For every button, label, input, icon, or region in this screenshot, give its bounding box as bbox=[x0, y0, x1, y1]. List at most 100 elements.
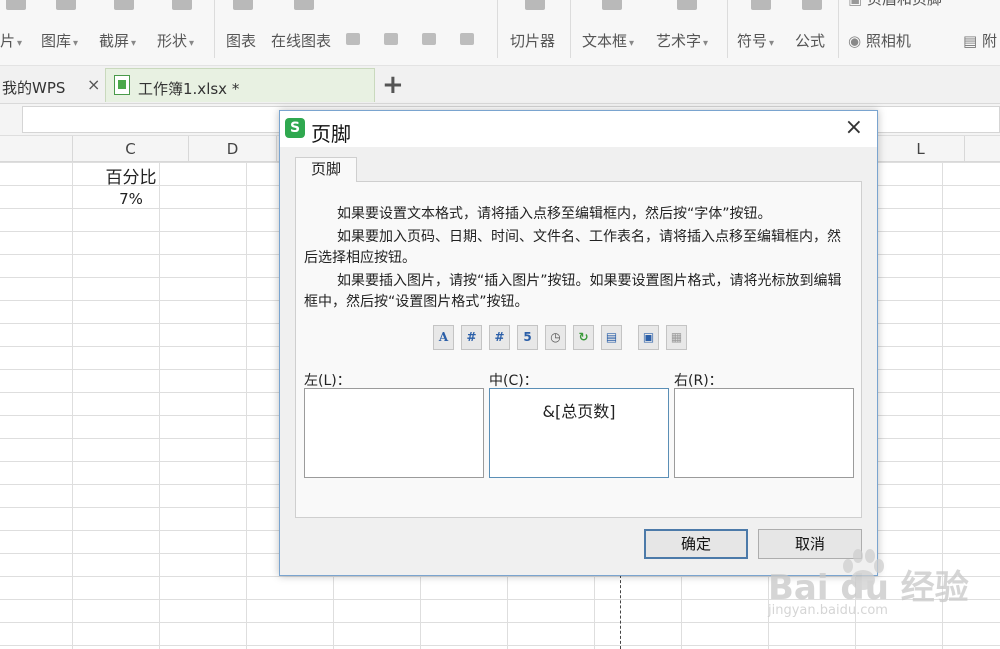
chevron-down-icon: ▾ bbox=[629, 38, 635, 49]
ribbon: 片 ▾ 图库 ▾ 截屏 ▾ 形状 ▾ 图表 在线图表 切片器 文本框 ▾ 艺术字 ▾ 符号 ▾ bbox=[0, 0, 1000, 66]
ribbon-textbox-button[interactable]: 文本框 ▾ bbox=[582, 0, 642, 66]
format-picture-icon: ▦ bbox=[666, 325, 687, 350]
formula-icon bbox=[802, 0, 822, 10]
spreadsheet-file-icon bbox=[114, 75, 130, 95]
page-break-line bbox=[620, 575, 621, 649]
ribbon-slicer-label: 切片器 bbox=[510, 32, 556, 50]
scissors-icon bbox=[114, 0, 134, 10]
close-icon[interactable]: × bbox=[87, 75, 100, 94]
date-icon[interactable]: 5 bbox=[517, 325, 538, 350]
footer-tab-panel: 如果要设置文本格式，请将插入点移至编辑框内，然后按“字体”按钮。 如果要加入页码… bbox=[295, 181, 862, 518]
ribbon-online-chart-label: 在线图表 bbox=[271, 32, 332, 50]
tab-my-wps-label: 我的WPS bbox=[2, 79, 66, 97]
omega-icon bbox=[751, 0, 771, 10]
ribbon-screenshot-label: 截屏 bbox=[99, 32, 130, 50]
baidu-jingyan-watermark: Bai du 经验 jingyan.baidu.com bbox=[762, 549, 1000, 649]
online-chart-icon bbox=[294, 0, 314, 10]
tab-footer[interactable]: 页脚 bbox=[295, 157, 357, 182]
chevron-down-icon: ▾ bbox=[17, 38, 23, 49]
column-header-d[interactable]: D bbox=[189, 136, 277, 162]
insert-picture-icon[interactable]: ▣ bbox=[638, 325, 659, 350]
ribbon-wordart-button[interactable]: 艺术字 ▾ bbox=[656, 0, 718, 66]
more-charts-icon[interactable] bbox=[460, 33, 474, 45]
ribbon-camera-button[interactable]: ◉ 照相机 bbox=[848, 0, 928, 66]
document-tab-bar: 我的WPS × 工作簿1.xlsx * + bbox=[0, 66, 1000, 104]
tab-workbook[interactable]: 工作簿1.xlsx * bbox=[105, 68, 375, 102]
camera-icon: ◉ bbox=[848, 32, 866, 50]
instruction-picture-text: 如果要插入图片，请按“插入图片”按钮。如果要设置图片格式，请将光标放到编辑框中，… bbox=[304, 273, 842, 310]
center-section-input[interactable]: &[总页数] bbox=[489, 388, 669, 478]
ribbon-chart-label: 图表 bbox=[226, 32, 257, 50]
chevron-down-icon: ▾ bbox=[703, 38, 709, 49]
cell-c1[interactable]: 百分比 bbox=[73, 163, 189, 188]
column-header[interactable] bbox=[965, 136, 1000, 162]
left-section-label: 左(L)： bbox=[304, 373, 351, 389]
left-section-input[interactable] bbox=[304, 388, 484, 478]
file-path-icon[interactable]: ↻ bbox=[573, 325, 594, 350]
ribbon-divider bbox=[497, 0, 498, 58]
ribbon-formula-button[interactable]: 公式 bbox=[795, 0, 829, 66]
textbox-icon bbox=[602, 0, 622, 10]
ribbon-attachment-label: 附 bbox=[981, 32, 997, 50]
gallery-icon bbox=[56, 0, 76, 10]
ribbon-screenshot-button[interactable]: 截屏 ▾ bbox=[99, 0, 149, 66]
instruction-fields-text: 如果要加入页码、日期、时间、文件名、工作表名，请将插入点移至编辑框内，然后选择相… bbox=[304, 229, 841, 266]
dialog-title-bar: S 页脚 × bbox=[280, 111, 877, 147]
chart-icon bbox=[233, 0, 253, 10]
watermark-url: jingyan.baidu.com bbox=[768, 603, 888, 618]
ribbon-symbol-button[interactable]: 符号 ▾ bbox=[737, 0, 785, 66]
font-icon[interactable]: A bbox=[433, 325, 454, 350]
ribbon-attachment-button[interactable]: ▤ 附 bbox=[963, 0, 1000, 66]
wps-logo-icon: S bbox=[285, 118, 305, 138]
close-icon[interactable]: × bbox=[845, 115, 863, 140]
column-chart-icon[interactable] bbox=[384, 33, 398, 45]
ribbon-picture-button[interactable]: 片 ▾ bbox=[0, 0, 30, 66]
tab-my-wps[interactable]: 我的WPS × bbox=[0, 68, 104, 102]
scatter-chart-icon[interactable] bbox=[346, 33, 360, 45]
tab-workbook-label: 工作簿1.xlsx * bbox=[138, 80, 240, 98]
ribbon-gallery-label: 图库 bbox=[41, 32, 72, 50]
cell-c2[interactable]: 7% bbox=[73, 190, 189, 208]
chevron-down-icon: ▾ bbox=[189, 38, 195, 49]
right-section-input[interactable] bbox=[674, 388, 854, 478]
center-section-label: 中(C)： bbox=[489, 373, 538, 389]
ribbon-divider bbox=[214, 0, 215, 58]
column-header-l[interactable]: L bbox=[877, 136, 965, 162]
dialog-title: 页脚 bbox=[311, 122, 351, 146]
chevron-down-icon: ▾ bbox=[769, 38, 775, 49]
total-pages-icon[interactable]: # bbox=[489, 325, 510, 350]
column-header-c[interactable]: C bbox=[73, 136, 189, 162]
ribbon-shapes-button[interactable]: 形状 ▾ bbox=[157, 0, 207, 66]
ribbon-camera-label: 照相机 bbox=[865, 32, 911, 50]
ribbon-online-chart-button[interactable]: 在线图表 bbox=[271, 0, 337, 66]
ribbon-shapes-label: 形状 bbox=[157, 32, 188, 50]
ribbon-wordart-label: 艺术字 bbox=[656, 32, 702, 50]
ribbon-chart-button[interactable]: 图表 bbox=[226, 0, 260, 66]
page-number-icon[interactable]: # bbox=[461, 325, 482, 350]
ribbon-gallery-button[interactable]: 图库 ▾ bbox=[41, 0, 91, 66]
ribbon-divider bbox=[838, 0, 839, 58]
ribbon-textbox-label: 文本框 bbox=[582, 32, 628, 50]
pie-chart-icon[interactable] bbox=[422, 33, 436, 45]
instruction-format-text: 如果要设置文本格式，请将插入点移至编辑框内，然后按“字体”按钮。 bbox=[337, 206, 772, 222]
right-section-label: 右(R)： bbox=[674, 373, 723, 389]
time-icon[interactable]: ◷ bbox=[545, 325, 566, 350]
center-section-value: &[总页数] bbox=[542, 402, 616, 421]
chevron-down-icon: ▾ bbox=[73, 38, 79, 49]
footer-dialog: S 页脚 × 如果要设置文本格式，请将插入点移至编辑框内，然后按“字体”按钮。 … bbox=[279, 110, 878, 576]
ribbon-slicer-button[interactable]: 切片器 bbox=[510, 0, 560, 66]
ribbon-picture-label: 片 bbox=[0, 32, 16, 50]
ribbon-divider bbox=[727, 0, 728, 58]
sheet-name-icon[interactable]: ▤ bbox=[601, 325, 622, 350]
column-header[interactable] bbox=[0, 136, 73, 162]
slicer-icon bbox=[525, 0, 545, 10]
ribbon-divider bbox=[570, 0, 571, 58]
ribbon-symbol-label: 符号 bbox=[737, 32, 768, 50]
wordart-icon bbox=[677, 0, 697, 10]
ribbon-formula-label: 公式 bbox=[795, 32, 826, 50]
shapes-icon bbox=[172, 0, 192, 10]
ok-button[interactable]: 确定 bbox=[644, 529, 748, 559]
chevron-down-icon: ▾ bbox=[131, 38, 137, 49]
new-tab-icon[interactable]: + bbox=[382, 70, 404, 100]
attachment-icon: ▤ bbox=[963, 32, 982, 50]
